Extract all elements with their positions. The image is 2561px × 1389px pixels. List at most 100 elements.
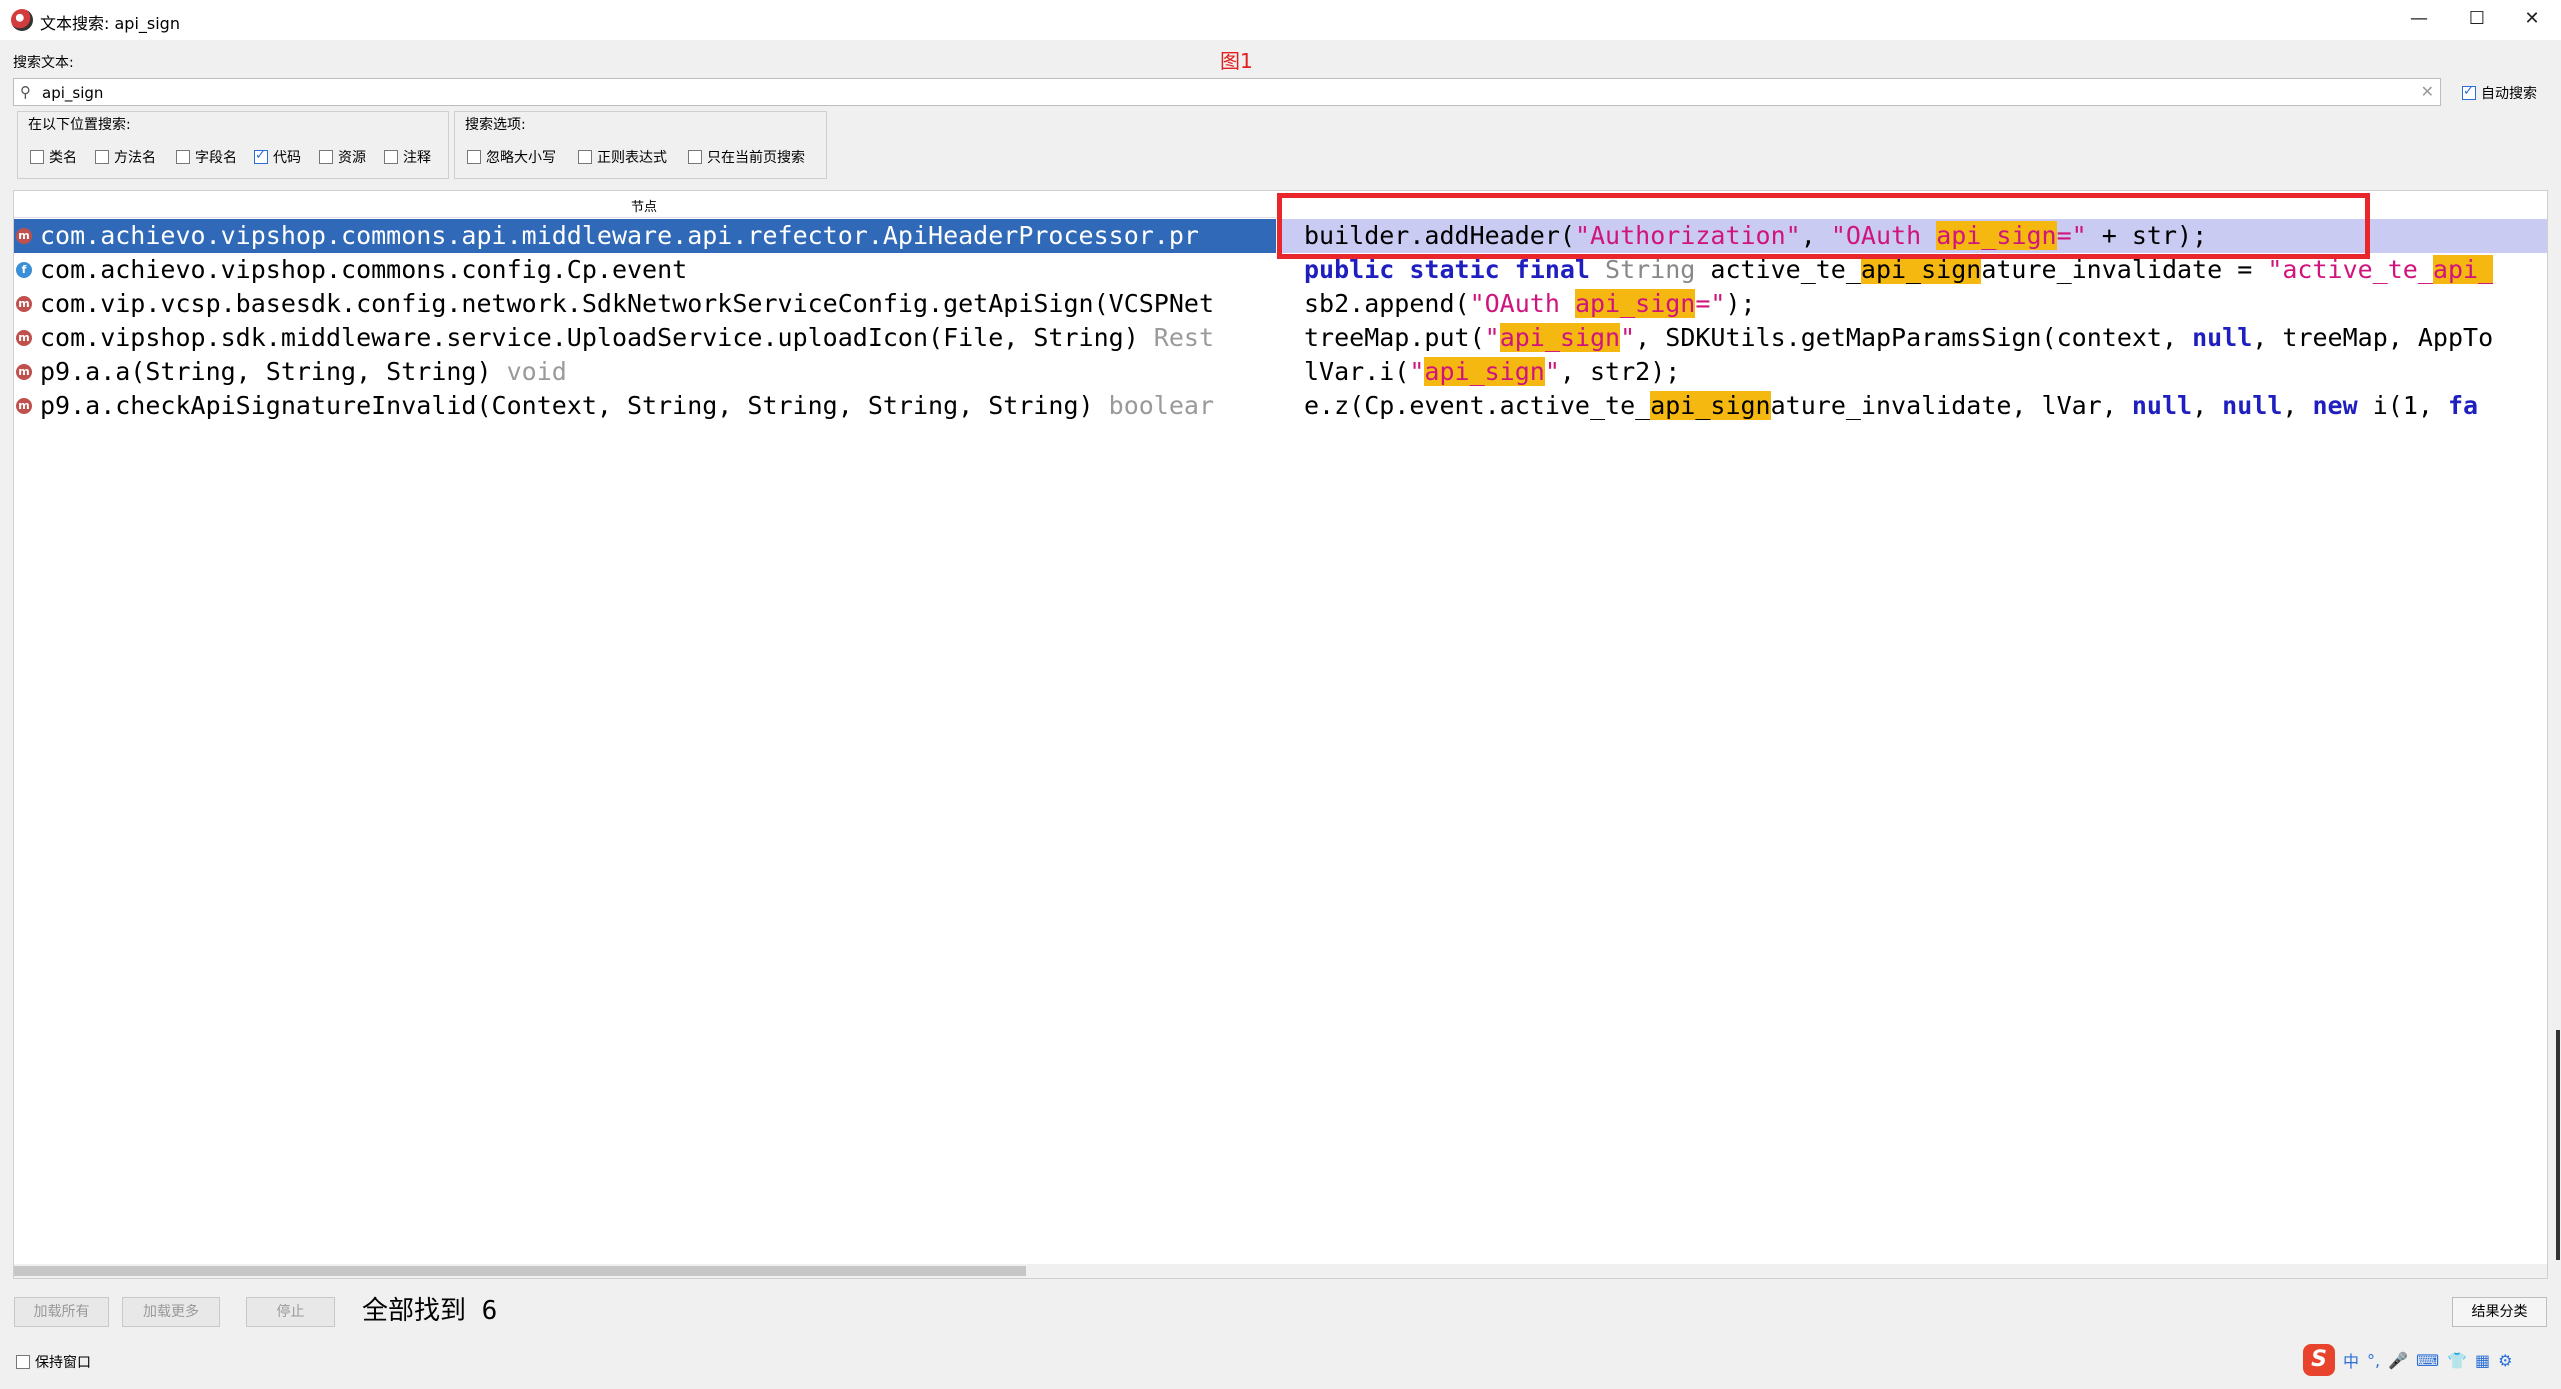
method-icon: m (16, 398, 32, 414)
code-token: api_sign (1860, 255, 1982, 284)
code-line[interactable]: sb2.append("OAuth api_sign="); (1277, 287, 2547, 321)
keep-window-label: 保持窗口 (35, 1355, 91, 1371)
sogou-logo-icon[interactable]: S (2303, 1344, 2335, 1376)
load-all-button[interactable]: 加载所有 (14, 1297, 109, 1327)
search-options-group: 搜索选项: 忽略大小写 正则表达式 只在当前页搜索 (454, 111, 827, 179)
code-checkbox[interactable] (254, 148, 268, 164)
window-title: 文本搜索: api_sign (40, 14, 180, 33)
load-more-button[interactable]: 加载更多 (122, 1297, 220, 1327)
code-token: null (2192, 323, 2253, 352)
option-class-name[interactable]: 类名 (30, 147, 77, 167)
gear-icon[interactable]: ⚙ (2498, 1351, 2512, 1370)
search-input-value[interactable]: api_sign (42, 84, 103, 102)
microphone-icon[interactable]: 🎤 (2388, 1351, 2408, 1370)
node-name: com.vip.vcsp.basesdk.config.network.SdkN… (40, 289, 1214, 318)
code-token: api_sign (1650, 391, 1771, 420)
code-token: " (1620, 323, 1636, 352)
result-row[interactable]: m p9.a.a(String, String, String) void (14, 355, 1276, 389)
option-regex[interactable]: 正则表达式 (578, 147, 667, 167)
field-name-checkbox[interactable] (176, 150, 190, 164)
code-token: null (2222, 391, 2283, 420)
minimize-button[interactable]: — (2397, 4, 2441, 34)
result-row[interactable]: f com.achievo.vipshop.commons.config.Cp.… (14, 253, 1276, 287)
node-type: void (506, 357, 567, 386)
comment-label: 注释 (403, 150, 431, 166)
ime-lang[interactable]: 中 (2343, 1348, 2359, 1372)
option-resource[interactable]: 资源 (319, 147, 366, 167)
sort-results-button[interactable]: 结果分类 (2452, 1297, 2547, 1327)
current-page-label: 只在当前页搜索 (707, 150, 805, 166)
search-in-group: 在以下位置搜索: 类名 方法名 字段名 代码 资源 注释 (17, 111, 449, 179)
auto-search-check[interactable] (2462, 84, 2476, 100)
keep-window-check[interactable] (16, 1355, 30, 1369)
code-label: 代码 (273, 150, 301, 166)
code-line[interactable]: treeMap.put("api_sign", SDKUtils.getMapP… (1277, 321, 2547, 355)
keyboard-icon[interactable]: ⌨ (2416, 1351, 2439, 1370)
auto-search-checkbox[interactable]: 自动搜索 (2462, 83, 2537, 103)
result-row[interactable]: m com.achievo.vipshop.commons.api.middle… (14, 219, 1276, 253)
method-name-checkbox[interactable] (95, 150, 109, 164)
code-token: i(1, (2372, 391, 2448, 420)
close-button[interactable]: ✕ (2510, 4, 2554, 34)
code-token: String (1605, 255, 1711, 284)
ignore-case-label: 忽略大小写 (486, 150, 556, 166)
code-token: , treeMap, AppTo (2252, 323, 2494, 352)
method-icon: m (16, 330, 32, 346)
code-token: ature_invalidate = (1981, 255, 2268, 284)
result-row[interactable]: m com.vipshop.sdk.middleware.service.Upl… (14, 321, 1276, 355)
results-panel[interactable]: 节点 m com.achievo.vipshop.commons.api.mid… (13, 190, 2548, 1279)
result-row[interactable]: m com.vip.vcsp.basesdk.config.network.Sd… (14, 287, 1276, 321)
node-name: com.vipshop.sdk.middleware.service.Uploa… (40, 323, 1154, 352)
code-token: treeMap.put( (1304, 323, 1485, 352)
resource-checkbox[interactable] (319, 150, 333, 164)
skin-icon[interactable]: 👕 (2447, 1351, 2467, 1370)
clear-icon[interactable]: ✕ (2421, 82, 2434, 101)
result-row[interactable]: m p9.a.checkApiSignatureInvalid(Context,… (14, 389, 1276, 423)
keep-window-checkbox[interactable]: 保持窗口 (16, 1352, 91, 1372)
ignore-case-checkbox[interactable] (467, 150, 481, 164)
window-edge-scrollbar[interactable] (2556, 1030, 2560, 1260)
code-line[interactable]: lVar.i("api_sign", str2); (1277, 355, 2547, 389)
ime-punct[interactable]: °, (2367, 1351, 2380, 1370)
option-method-name[interactable]: 方法名 (95, 147, 156, 167)
code-token: e.z(Cp.event.active_te_ (1304, 391, 1651, 420)
horizontal-scrollbar[interactable] (14, 1264, 2547, 1278)
option-ignore-case[interactable]: 忽略大小写 (467, 147, 556, 167)
node-column-label: 节点 (631, 200, 658, 215)
auto-search-label: 自动搜索 (2481, 86, 2537, 102)
node-type: Rest (1153, 323, 1215, 352)
ime-toolbar[interactable]: S 中 °, 🎤 ⌨ 👕 ▦ ⚙ (2303, 1343, 2513, 1377)
code-line[interactable]: e.z(Cp.event.active_te_api_signature_inv… (1277, 389, 2547, 423)
node-name: com.achievo.vipshop.commons.api.middlewa… (40, 221, 1199, 250)
node-column-header[interactable]: 节点 (14, 191, 1276, 218)
comment-checkbox[interactable] (384, 150, 398, 164)
code-token: api_sign (1499, 323, 1621, 352)
class-name-label: 类名 (49, 150, 77, 166)
code-token: , SDKUtils.getMapParamsSign(context, (1635, 323, 2193, 352)
scrollbar-thumb[interactable] (14, 1266, 1026, 1276)
stop-button[interactable]: 停止 (246, 1297, 335, 1327)
grid-icon[interactable]: ▦ (2475, 1351, 2490, 1370)
regex-checkbox[interactable] (578, 150, 592, 164)
search-input[interactable]: ⚲ api_sign ✕ (13, 78, 2441, 106)
class-name-checkbox[interactable] (30, 150, 44, 164)
current-page-checkbox[interactable] (688, 150, 702, 164)
code-token: ature_invalidate, lVar, (1770, 391, 2132, 420)
option-current-page[interactable]: 只在当前页搜索 (688, 147, 805, 167)
search-icon: ⚲ (20, 83, 31, 101)
code-text: lVar.i("api_sign", str2); (1304, 355, 1680, 389)
code-text: sb2.append("OAuth api_sign="); (1304, 287, 1756, 321)
code-token: " (1484, 323, 1500, 352)
code-text: treeMap.put("api_sign", SDKUtils.getMapP… (1304, 321, 2493, 355)
node-name: p9.a.checkApiSignatureInvalid(Context, S… (40, 391, 1109, 420)
option-code[interactable]: 代码 (254, 147, 301, 167)
code-token: active_te_ (1710, 255, 1861, 284)
code-column: builder.addHeader("Authorization", "OAut… (1277, 219, 2547, 1219)
code-token: ); (1725, 289, 1756, 318)
maximize-button[interactable]: ☐ (2455, 4, 2499, 34)
method-icon: m (16, 228, 32, 244)
option-comment[interactable]: 注释 (384, 147, 431, 167)
app-icon (11, 9, 33, 31)
search-in-title: 在以下位置搜索: (26, 114, 133, 134)
option-field-name[interactable]: 字段名 (176, 147, 237, 167)
